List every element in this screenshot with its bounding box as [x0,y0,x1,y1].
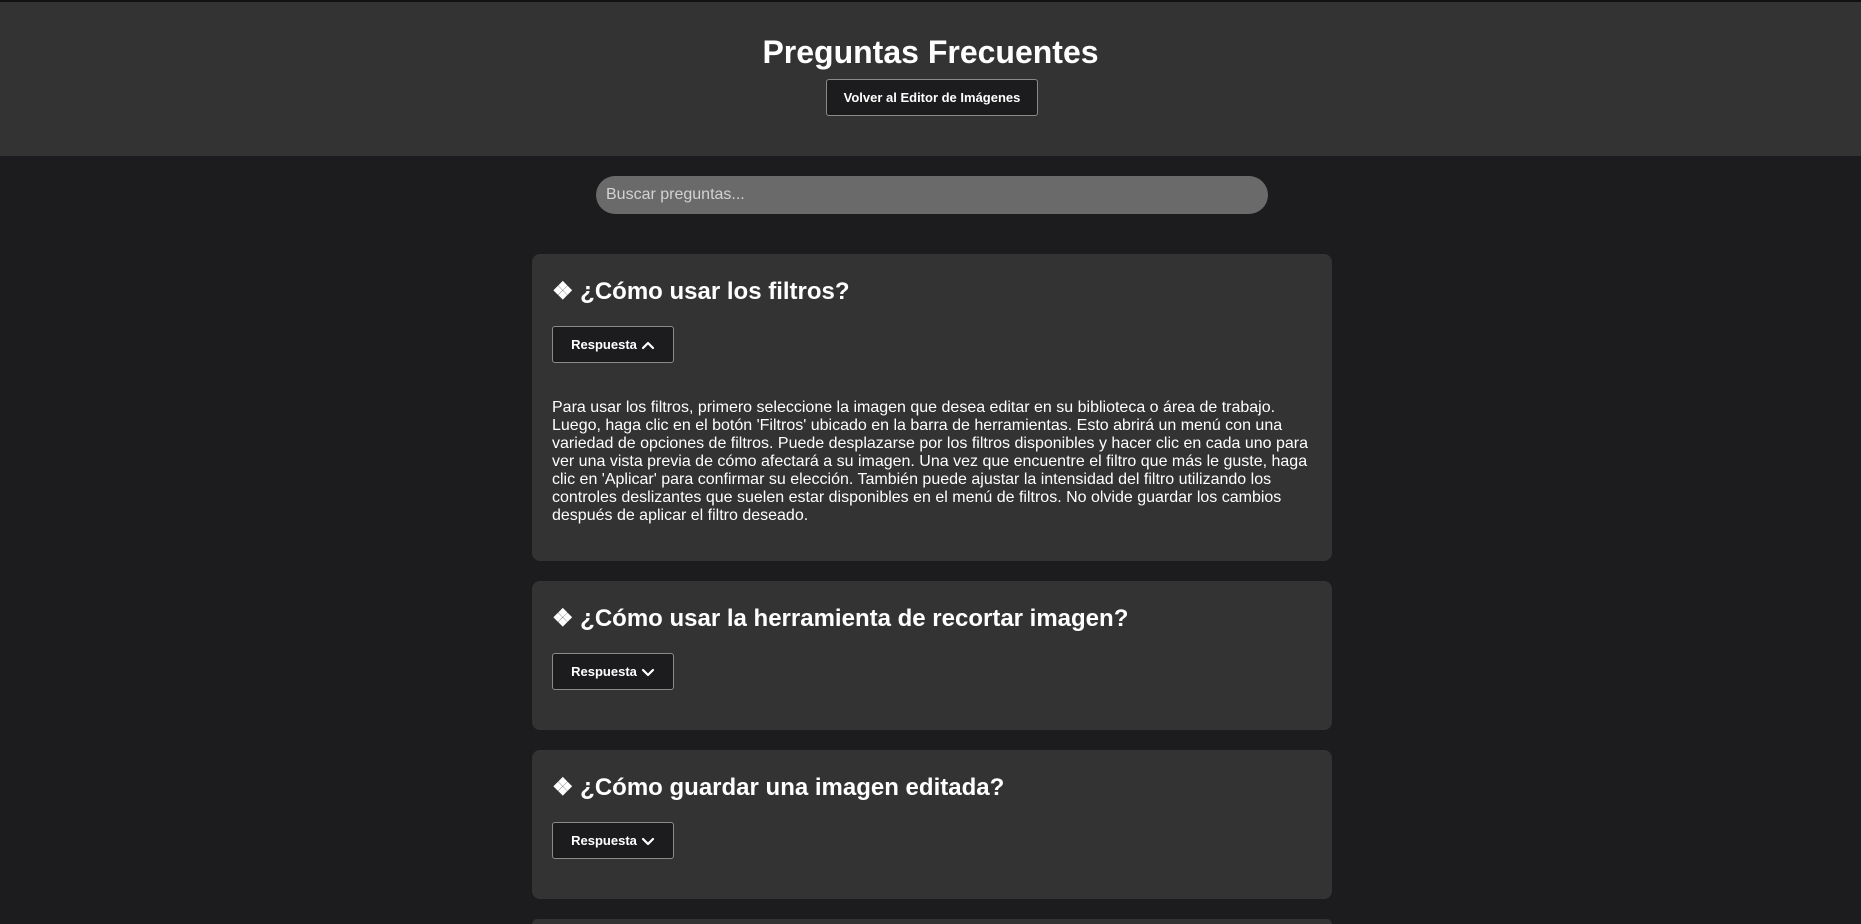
answer-toggle-label: Respuesta [571,337,637,352]
answer-toggle-button[interactable]: Respuesta [552,326,674,363]
faq-question: ❖ ¿Cómo usar los filtros? [552,278,850,305]
answer-toggle-button[interactable]: Respuesta [552,653,674,690]
faq-card-crop: ❖ ¿Cómo usar la herramienta de recortar … [532,581,1332,730]
chevron-down-icon [641,836,655,846]
faq-question: ❖ ¿Cómo usar la herramienta de recortar … [552,605,1129,632]
faq-card-next [532,919,1332,924]
back-to-editor-button[interactable]: Volver al Editor de Imágenes [826,79,1038,116]
faq-question: ❖ ¿Cómo guardar una imagen editada? [552,774,1005,801]
answer-toggle-button[interactable]: Respuesta [552,822,674,859]
answer-toggle-label: Respuesta [571,664,637,679]
search-input[interactable] [596,176,1268,214]
page-title: Preguntas Frecuentes [762,34,1099,70]
answer-toggle-label: Respuesta [571,833,637,848]
chevron-up-icon [641,340,655,350]
page-header: Preguntas Frecuentes Volver al Editor de… [0,2,1861,156]
faq-answer: Para usar los filtros, primero seleccion… [552,399,1308,524]
chevron-down-icon [641,667,655,677]
faq-card-filters: ❖ ¿Cómo usar los filtros? Respuesta Para… [532,254,1332,561]
faq-card-save: ❖ ¿Cómo guardar una imagen editada? Resp… [532,750,1332,899]
